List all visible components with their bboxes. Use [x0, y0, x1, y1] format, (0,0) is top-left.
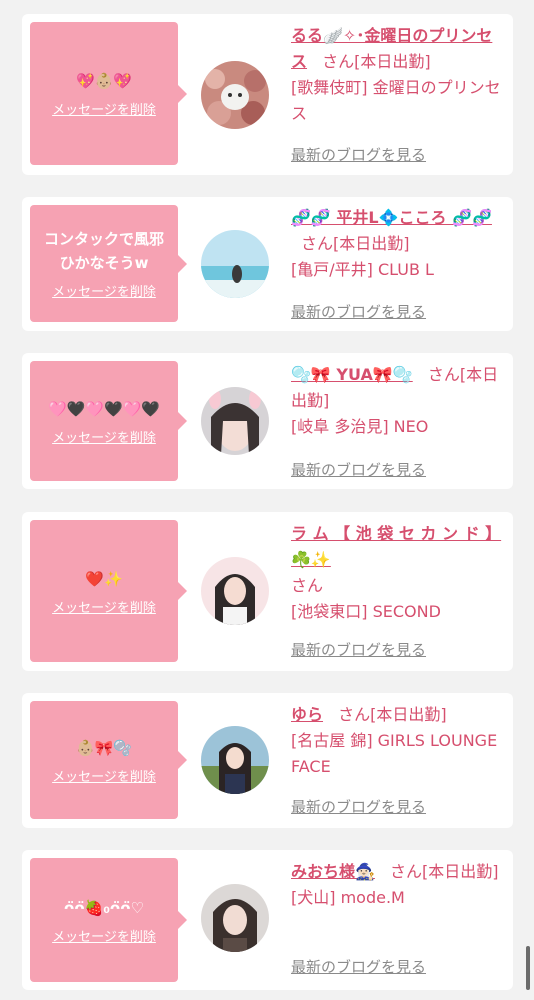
avatar[interactable] — [201, 61, 269, 129]
message-bubble: コンタックで風邪ひかなそうw メッセージを削除 — [30, 205, 187, 322]
avatar[interactable] — [201, 884, 269, 952]
message-text: ᴖ̈ᴖ̈🍓₀ᴖ̈ᴖ̈♡ — [64, 898, 144, 917]
card-info: るる🪽✧･金曜日のプリンセス さん[本日出勤] [歌舞伎町] 金曜日のプリンセス — [291, 23, 505, 127]
message-bubble: 🩷🖤🩷🖤🩷🖤 メッセージを削除 — [30, 361, 187, 481]
san-label: さん — [301, 234, 334, 253]
blog-card: ❤️✨ メッセージを削除 ラ ム 【 池 袋 セ カ ン ド 】 ☘️✨ さん … — [22, 512, 513, 671]
latest-blog-link[interactable]: 最新のブログを見る — [291, 956, 426, 977]
card-info: ラ ム 【 池 袋 セ カ ン ド 】 ☘️✨ さん [池袋東口] SECOND — [291, 521, 505, 625]
work-status: [本日出勤] — [333, 234, 410, 253]
user-name-link[interactable]: ラ ム 【 池 袋 セ カ ン ド 】 ☘️✨ — [291, 524, 501, 569]
delete-message-link[interactable]: メッセージを削除 — [52, 281, 156, 300]
latest-blog-link[interactable]: 最新のブログを見る — [291, 459, 426, 480]
delete-message-link[interactable]: メッセージを削除 — [52, 926, 156, 945]
latest-blog-link[interactable]: 最新のブログを見る — [291, 144, 426, 165]
message-text: コンタックで風邪ひかなそうw — [43, 230, 164, 272]
latest-blog-link[interactable]: 最新のブログを見る — [291, 301, 426, 322]
user-name-link[interactable]: みおち様🧙🏻‍♀️ — [291, 862, 375, 881]
shop-info: [亀戸/平井] CLUB L — [291, 260, 434, 279]
blog-card: 🩷🖤🩷🖤🩷🖤 メッセージを削除 🫧🎀 YUA🎀🫧 さん[本日出勤] [岐阜 多治… — [22, 353, 513, 489]
message-text: 💖👶🏼💖 — [75, 72, 133, 90]
blog-card: 👶🏼🎀🫧 メッセージを削除 ゆら さん[本日出勤] [名古屋 錦] GIRLS … — [22, 693, 513, 828]
avatar[interactable] — [201, 726, 269, 794]
latest-blog-link[interactable]: 最新のブログを見る — [291, 639, 426, 660]
message-bubble: ᴖ̈ᴖ̈🍓₀ᴖ̈ᴖ̈♡ メッセージを削除 — [30, 858, 187, 982]
shop-info: [岐阜 多治見] NEO — [291, 417, 429, 436]
blog-card: 💖👶🏼💖 メッセージを削除 るる🪽✧･金曜日のプリンセス さん[本日出勤] [歌… — [22, 14, 513, 175]
user-name-link[interactable]: 🫧🎀 YUA🎀🫧 — [291, 365, 413, 384]
blog-card: ᴖ̈ᴖ̈🍓₀ᴖ̈ᴖ̈♡ メッセージを削除 みおち様🧙🏻‍♀️ さん[本日出勤] … — [22, 850, 513, 990]
latest-blog-link[interactable]: 最新のブログを見る — [291, 796, 426, 817]
san-label: さん — [427, 365, 460, 384]
work-status: [本日出勤] — [354, 52, 431, 71]
message-text: 🩷🖤🩷🖤🩷🖤 — [47, 399, 161, 418]
user-name-link[interactable]: ゆら — [291, 705, 323, 724]
scrollbar[interactable] — [526, 946, 530, 990]
delete-message-link[interactable]: メッセージを削除 — [52, 99, 156, 118]
shop-info: [名古屋 錦] GIRLS LOUNGE FACE — [291, 731, 498, 776]
card-info: みおち様🧙🏻‍♀️ さん[本日出勤] [犬山] mode.M — [291, 859, 505, 911]
card-info: ゆら さん[本日出勤] [名古屋 錦] GIRLS LOUNGE FACE — [291, 702, 505, 780]
shop-info: [犬山] mode.M — [291, 888, 405, 907]
user-name-link[interactable]: 🧬🧬 平井L💠こころ 🧬🧬 — [291, 208, 492, 227]
shop-info: [歌舞伎町] 金曜日のプリンセス — [291, 78, 501, 123]
delete-message-link[interactable]: メッセージを削除 — [52, 427, 156, 446]
blog-card: コンタックで風邪ひかなそうw メッセージを削除 🧬🧬 平井L💠こころ 🧬🧬 さん… — [22, 197, 513, 331]
san-label: さん — [291, 576, 324, 595]
delete-message-link[interactable]: メッセージを削除 — [52, 597, 156, 616]
san-label: さん — [390, 862, 423, 881]
message-text: 👶🏼🎀🫧 — [75, 738, 133, 757]
message-bubble: 💖👶🏼💖 メッセージを削除 — [30, 22, 187, 165]
card-info: 🫧🎀 YUA🎀🫧 さん[本日出勤] [岐阜 多治見] NEO — [291, 362, 505, 440]
message-bubble: ❤️✨ メッセージを削除 — [30, 520, 187, 662]
delete-message-link[interactable]: メッセージを削除 — [52, 766, 156, 785]
work-status: [本日出勤] — [422, 862, 499, 881]
work-status: [本日出勤] — [370, 705, 447, 724]
avatar[interactable] — [201, 230, 269, 298]
card-info: 🧬🧬 平井L💠こころ 🧬🧬 さん[本日出勤] [亀戸/平井] CLUB L — [291, 205, 505, 283]
avatar[interactable] — [201, 557, 269, 625]
san-label: さん — [338, 705, 371, 724]
message-text: ❤️✨ — [85, 569, 123, 588]
avatar[interactable] — [201, 387, 269, 455]
shop-info: [池袋東口] SECOND — [291, 602, 441, 621]
san-label: さん — [322, 52, 355, 71]
message-bubble: 👶🏼🎀🫧 メッセージを削除 — [30, 701, 187, 819]
